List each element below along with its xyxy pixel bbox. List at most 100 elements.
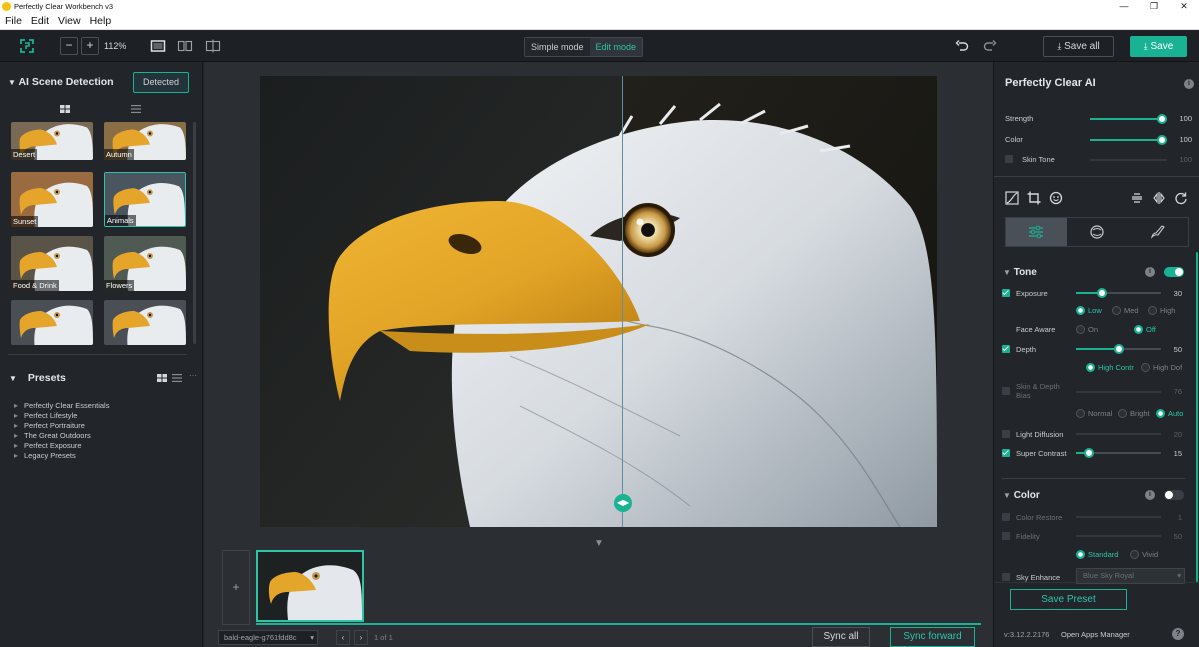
super-contrast-checkbox[interactable]	[1002, 449, 1010, 457]
color-restore-slider[interactable]	[1076, 516, 1161, 518]
file-select[interactable]: bald-eagle-g761fdd8c ▾	[218, 630, 318, 645]
presets-more-icon[interactable]: ···	[189, 371, 197, 380]
list-view-icon[interactable]	[131, 105, 141, 113]
menu-file[interactable]: File	[5, 15, 22, 27]
preset-item[interactable]: Legacy Presets	[14, 451, 109, 461]
depth-high-dof-radio[interactable]: High Dof	[1141, 363, 1182, 372]
save-button[interactable]: ⤓ Save	[1130, 36, 1187, 57]
add-image-button[interactable]: +	[222, 550, 250, 625]
tone-group-header[interactable]: ▼ Tone	[1003, 267, 1037, 278]
rotate-icon[interactable]	[1174, 191, 1188, 205]
skin-tone-slider[interactable]	[1090, 159, 1167, 161]
split-line[interactable]	[622, 76, 623, 527]
edit-mode-button[interactable]: Edit mode	[589, 38, 643, 56]
split-handle-icon[interactable]: ◀▶	[614, 494, 632, 512]
zoom-in-button[interactable]: +	[81, 37, 99, 55]
menu-view[interactable]: View	[58, 15, 81, 27]
exposure-checkbox[interactable]	[1002, 289, 1010, 297]
info-icon[interactable]: i	[1145, 490, 1155, 500]
fidelity-checkbox[interactable]	[1002, 532, 1010, 540]
bias-normal-radio[interactable]: Normal	[1076, 409, 1112, 418]
detected-button[interactable]: Detected	[133, 72, 189, 93]
flip-horizontal-icon[interactable]	[1152, 191, 1166, 205]
exposure-med-radio[interactable]: Med	[1112, 306, 1139, 315]
exposure-high-radio[interactable]: High	[1148, 306, 1175, 315]
skin-depth-slider[interactable]	[1076, 391, 1161, 393]
strength-slider[interactable]	[1090, 114, 1167, 124]
color-slider[interactable]	[1090, 135, 1167, 145]
bias-bright-radio[interactable]: Bright	[1118, 409, 1150, 418]
filmstrip-toggle-icon[interactable]: ▼	[594, 538, 604, 549]
preset-item[interactable]: Perfect Portraiture	[14, 421, 109, 431]
single-view-icon[interactable]	[150, 39, 166, 53]
prev-image-button[interactable]: ‹	[336, 630, 350, 645]
presets-header[interactable]: ▼ Presets	[9, 372, 66, 384]
list-view-icon[interactable]	[172, 374, 182, 382]
scene-thumb[interactable]: Animals	[104, 172, 186, 227]
grid-view-icon[interactable]	[157, 374, 167, 382]
light-diffusion-checkbox[interactable]	[1002, 430, 1010, 438]
side-by-side-icon[interactable]	[177, 39, 193, 53]
skin-tone-checkbox[interactable]	[1005, 155, 1013, 163]
flip-vertical-icon[interactable]	[1130, 191, 1144, 205]
fidelity-slider[interactable]	[1076, 535, 1161, 537]
face-aware-off-radio[interactable]: Off	[1134, 325, 1156, 334]
panel-scrollbar[interactable]	[1196, 252, 1198, 582]
scene-thumb[interactable]: Flowers	[104, 236, 186, 291]
depth-high-contr-radio[interactable]: High Contr	[1086, 363, 1134, 372]
preset-item[interactable]: Perfectly Clear Essentials	[14, 401, 109, 411]
scene-thumb[interactable]	[11, 300, 93, 345]
filmstrip-thumbnail[interactable]	[256, 550, 364, 622]
scene-thumb[interactable]: Sunset	[11, 172, 93, 227]
tone-toggle[interactable]	[1164, 267, 1184, 277]
bias-auto-radio[interactable]: Auto	[1156, 409, 1183, 418]
maximize-icon[interactable]: ❐	[1139, 0, 1169, 13]
menu-edit[interactable]: Edit	[31, 15, 49, 27]
save-all-button[interactable]: ⤓ Save all	[1043, 36, 1114, 57]
sync-forward-button[interactable]: Sync forward	[890, 627, 975, 647]
menu-help[interactable]: Help	[90, 15, 112, 27]
close-icon[interactable]: ✕	[1169, 0, 1199, 13]
face-aware-on-radio[interactable]: On	[1076, 325, 1098, 334]
preset-item[interactable]: The Great Outdoors	[14, 431, 109, 441]
help-icon[interactable]: ?	[1172, 628, 1184, 640]
image-canvas[interactable]: ◀▶	[260, 76, 937, 527]
next-image-button[interactable]: ›	[354, 630, 368, 645]
grid-view-icon[interactable]	[60, 105, 70, 113]
tab-effects[interactable]	[1127, 218, 1188, 246]
split-view-icon[interactable]	[205, 39, 221, 53]
redo-icon[interactable]	[983, 39, 997, 53]
save-preset-button[interactable]: Save Preset	[1010, 589, 1127, 610]
sync-all-button[interactable]: Sync all	[812, 627, 870, 647]
sky-enhance-checkbox[interactable]	[1002, 573, 1010, 581]
info-icon[interactable]: i	[1145, 267, 1155, 277]
light-diffusion-slider[interactable]	[1076, 433, 1161, 435]
minimize-icon[interactable]: —	[1109, 0, 1139, 13]
open-apps-manager-link[interactable]: Open Apps Manager	[1061, 630, 1130, 639]
super-contrast-slider[interactable]	[1076, 448, 1161, 458]
curves-icon[interactable]	[1005, 191, 1019, 205]
face-icon[interactable]	[1049, 191, 1063, 205]
scene-thumb[interactable]: Food & Drink	[11, 236, 93, 291]
color-toggle[interactable]	[1164, 490, 1184, 500]
exposure-low-radio[interactable]: Low	[1076, 306, 1102, 315]
zoom-out-button[interactable]: −	[60, 37, 78, 55]
undo-icon[interactable]	[955, 39, 969, 53]
color-group-header[interactable]: ▼ Color	[1003, 490, 1040, 501]
app-logo-icon[interactable]	[20, 39, 34, 53]
tab-adjustments[interactable]	[1006, 218, 1067, 246]
fidelity-vivid-radio[interactable]: Vivid	[1130, 550, 1158, 559]
scene-thumb[interactable]: Desert	[11, 122, 93, 160]
color-restore-checkbox[interactable]	[1002, 513, 1010, 521]
crop-icon[interactable]	[1027, 191, 1041, 205]
simple-mode-button[interactable]: Simple mode	[525, 38, 590, 56]
scene-thumb[interactable]: Autumn	[104, 122, 186, 160]
info-icon[interactable]: i	[1184, 79, 1194, 89]
fidelity-standard-radio[interactable]: Standard	[1076, 550, 1118, 559]
depth-slider[interactable]	[1076, 344, 1161, 354]
scene-scrollbar[interactable]	[193, 122, 196, 344]
preset-item[interactable]: Perfect Lifestyle	[14, 411, 109, 421]
scene-thumb[interactable]	[104, 300, 186, 345]
depth-checkbox[interactable]	[1002, 345, 1010, 353]
preset-item[interactable]: Perfect Exposure	[14, 441, 109, 451]
